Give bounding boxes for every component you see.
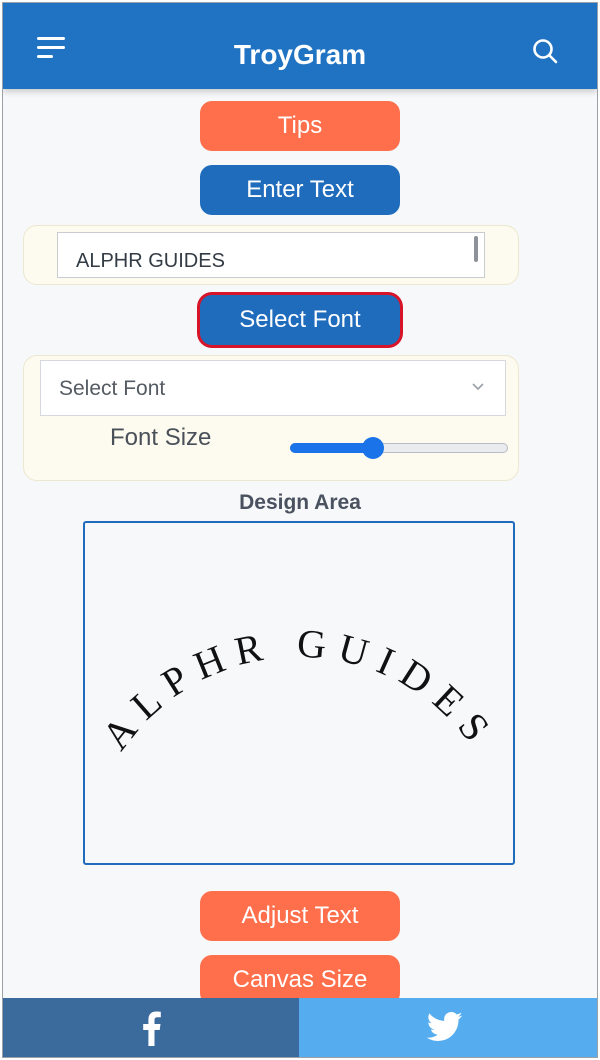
adjust-text-button[interactable]: Adjust Text (200, 891, 400, 941)
font-settings-panel: Select Font Font Size (23, 355, 519, 481)
facebook-icon (143, 1011, 161, 1046)
select-font-button[interactable]: Select Font (200, 295, 400, 345)
social-share-bar (3, 998, 597, 1057)
curved-text-graphic: ALPHR GUIDES (93, 620, 506, 758)
font-size-label: Font Size (110, 424, 212, 451)
curved-text: ALPHR GUIDES (93, 620, 495, 758)
app-title: TroyGram (233, 39, 367, 70)
search-icon[interactable] (531, 37, 559, 65)
facebook-share-button[interactable] (3, 998, 299, 1057)
slider-thumb[interactable] (362, 437, 384, 459)
chevron-down-icon (472, 383, 484, 391)
app-frame: TroyGram Tips Enter Text Select Font Sel… (2, 2, 598, 1058)
font-select-value: Select Font (59, 377, 166, 400)
enter-text-button[interactable]: Enter Text (200, 165, 400, 215)
twitter-icon (427, 1012, 463, 1041)
twitter-share-button[interactable] (299, 998, 597, 1057)
font-size-slider[interactable] (290, 436, 510, 460)
top-bar: TroyGram (3, 3, 597, 89)
design-area-label: Design Area (239, 491, 361, 514)
slider-fill (290, 443, 373, 453)
text-input[interactable] (57, 232, 485, 278)
design-area-canvas[interactable]: ALPHR GUIDES (83, 521, 515, 865)
tips-button[interactable]: Tips (200, 101, 400, 151)
font-select[interactable]: Select Font (40, 360, 506, 416)
text-input-panel (23, 225, 519, 285)
input-scrollbar[interactable] (474, 236, 478, 262)
svg-text:ALPHR GUIDES: ALPHR GUIDES (93, 620, 506, 758)
